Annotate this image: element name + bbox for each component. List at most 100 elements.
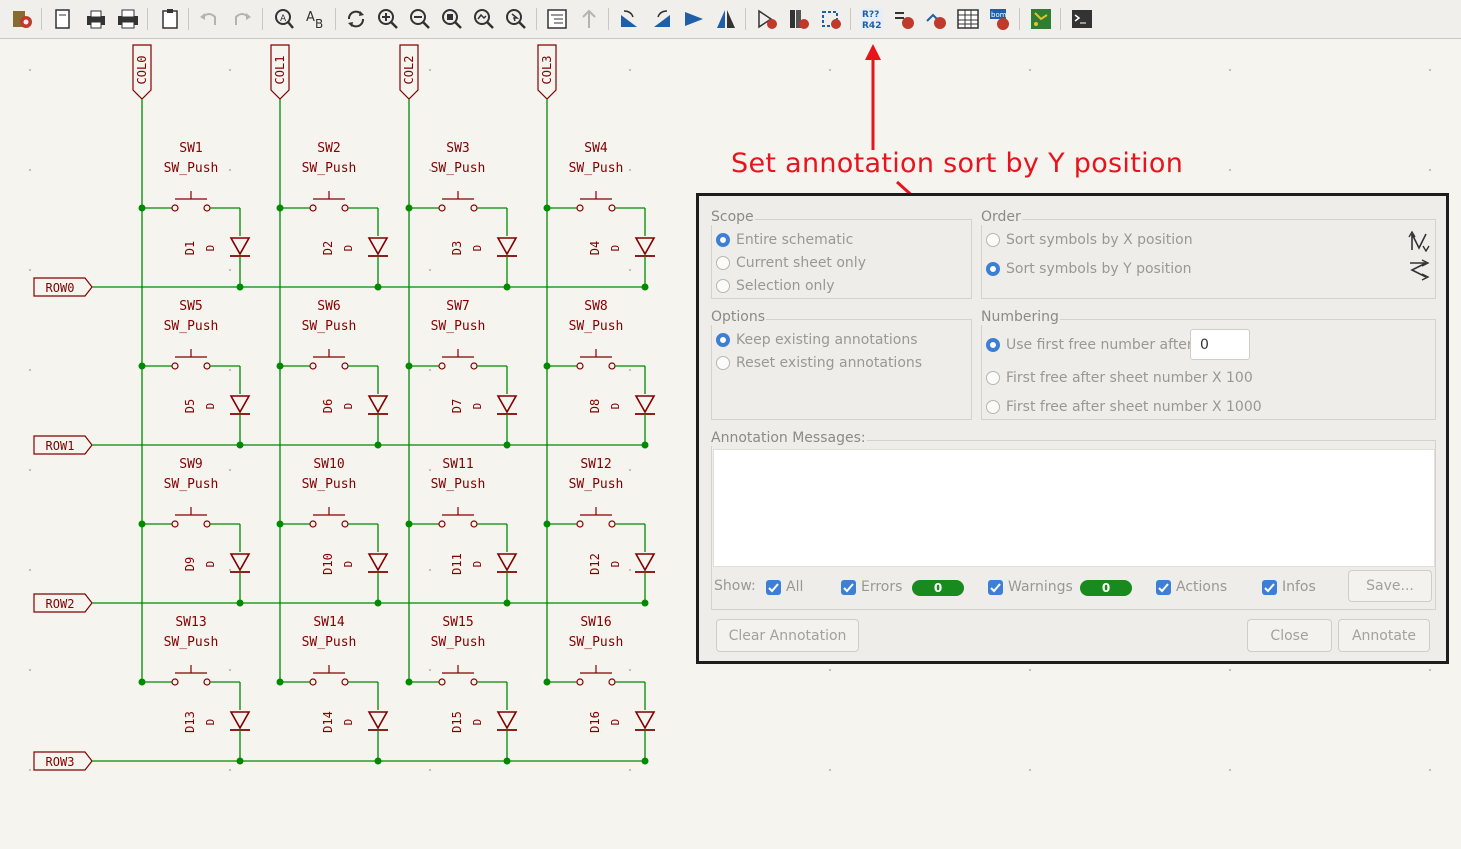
zoom-objects-icon[interactable] — [472, 7, 496, 31]
grid-dot — [629, 69, 631, 71]
new-sheet-icon[interactable] — [51, 7, 75, 31]
scripting-console-icon[interactable] — [1070, 7, 1094, 31]
find-replace-icon[interactable]: AB — [304, 7, 328, 31]
simulator-icon[interactable] — [924, 7, 948, 31]
grid-dot — [29, 369, 31, 371]
scope-entire-radio[interactable]: Entire schematic — [716, 232, 853, 248]
rotate-cw-icon[interactable] — [650, 7, 674, 31]
grid-dot — [1029, 69, 1031, 71]
print-icon[interactable] — [84, 7, 108, 31]
junction-dot — [641, 599, 649, 607]
switch-value: SW_Push — [164, 161, 219, 176]
filter-infos-checkbox[interactable]: Infos — [1262, 579, 1316, 595]
switch-reference: SW6 — [317, 299, 340, 314]
schematic-setup-icon[interactable] — [11, 7, 35, 31]
messages-list[interactable] — [713, 449, 1435, 567]
zoom-fit-icon[interactable] — [440, 7, 464, 31]
junction-dot — [276, 678, 284, 686]
scope-current-sheet-radio[interactable]: Current sheet only — [716, 255, 866, 271]
radio-off-icon — [986, 371, 1000, 385]
keep-annotations-radio[interactable]: Keep existing annotations — [716, 332, 918, 348]
junction-dot — [641, 441, 649, 449]
annotate-button[interactable]: Annotate — [1338, 619, 1430, 652]
close-button[interactable]: Close — [1247, 619, 1332, 652]
grid-dot — [1229, 769, 1231, 771]
sheet-x100-radio[interactable]: First free after sheet number X 100 — [986, 370, 1253, 386]
junction-dot — [503, 757, 511, 765]
redo-icon[interactable] — [230, 7, 254, 31]
find-icon[interactable]: A — [272, 7, 296, 31]
switch-value: SW_Push — [569, 635, 624, 650]
switch-contact — [309, 520, 317, 528]
junction-dot — [138, 362, 146, 370]
zoom-out-icon[interactable] — [408, 7, 432, 31]
diode-reference: D7 — [450, 399, 464, 413]
symbol-editor-icon[interactable] — [755, 7, 779, 31]
mirror-v-icon[interactable] — [682, 7, 706, 31]
switch-contact — [341, 362, 349, 370]
switch-value: SW_Push — [302, 319, 357, 334]
grid-dot — [1429, 669, 1431, 671]
filter-warnings-checkbox[interactable]: Warnings — [988, 579, 1073, 595]
diode-value: D — [471, 719, 484, 726]
junction-dot — [503, 441, 511, 449]
switch-value: SW_Push — [569, 319, 624, 334]
switch-contact — [608, 520, 616, 528]
grid-dot — [429, 769, 431, 771]
first-free-number-radio[interactable]: Use first free number after: — [986, 337, 1197, 353]
grid-dot — [829, 669, 831, 671]
filter-actions-checkbox[interactable]: Actions — [1156, 579, 1227, 595]
zoom-in-icon[interactable] — [376, 7, 400, 31]
bom-icon[interactable]: bom — [988, 7, 1012, 31]
grid-dot — [629, 569, 631, 571]
sheet-x1000-radio[interactable]: First free after sheet number X 1000 — [986, 399, 1262, 415]
sort-by-y-radio[interactable]: Sort symbols by Y position — [986, 261, 1192, 277]
zoom-selection-icon[interactable] — [504, 7, 528, 31]
diode-reference: D11 — [450, 553, 464, 575]
column-label: COL1 — [273, 56, 287, 85]
undo-icon[interactable] — [197, 7, 221, 31]
leave-sheet-icon[interactable] — [577, 7, 601, 31]
switch-contact — [171, 204, 179, 212]
junction-dot — [641, 283, 649, 291]
sort-by-x-radio[interactable]: Sort symbols by X position — [986, 232, 1193, 248]
grid-dot — [429, 669, 431, 671]
paste-icon[interactable] — [158, 7, 182, 31]
diode-value: D — [204, 561, 217, 568]
grid-dot — [229, 769, 231, 771]
erc-icon[interactable] — [892, 7, 916, 31]
plot-icon[interactable] — [116, 7, 140, 31]
annotate-icon[interactable]: R?? R42 — [860, 7, 884, 31]
switch-contact — [608, 362, 616, 370]
junction-dot — [543, 520, 551, 528]
switch-reference: SW2 — [317, 141, 340, 156]
grid-dot — [429, 269, 431, 271]
clear-annotation-button[interactable]: Clear Annotation — [716, 619, 859, 652]
refresh-icon[interactable] — [344, 7, 368, 31]
diode-value: D — [609, 403, 622, 410]
grid-dot — [629, 269, 631, 271]
hierarchy-icon[interactable] — [545, 7, 569, 31]
diode-reference: D2 — [321, 241, 335, 255]
switch-value: SW_Push — [431, 161, 486, 176]
sort-y-icon — [1410, 259, 1430, 281]
filter-all-checkbox[interactable]: All — [766, 579, 803, 595]
reset-annotations-radio[interactable]: Reset existing annotations — [716, 355, 922, 371]
start-number-input[interactable]: 0 — [1190, 329, 1250, 360]
mirror-h-icon[interactable] — [714, 7, 738, 31]
filter-errors-checkbox[interactable]: Errors — [841, 579, 902, 595]
footprint-assign-icon[interactable] — [819, 7, 843, 31]
switch-value: SW_Push — [569, 477, 624, 492]
save-messages-button[interactable]: Save... — [1348, 570, 1432, 602]
scope-selection-radio[interactable]: Selection only — [716, 278, 835, 294]
pcb-editor-icon[interactable] — [1029, 7, 1053, 31]
rotate-ccw-icon[interactable] — [617, 7, 641, 31]
grid-dot — [1429, 769, 1431, 771]
symbol-fields-table-icon[interactable] — [956, 7, 980, 31]
junction-dot — [503, 599, 511, 607]
grid-dot — [829, 69, 831, 71]
symbol-library-icon[interactable] — [787, 7, 811, 31]
diode-value: D — [342, 403, 355, 410]
grid-dot — [29, 169, 31, 171]
svg-text:B: B — [315, 17, 323, 31]
